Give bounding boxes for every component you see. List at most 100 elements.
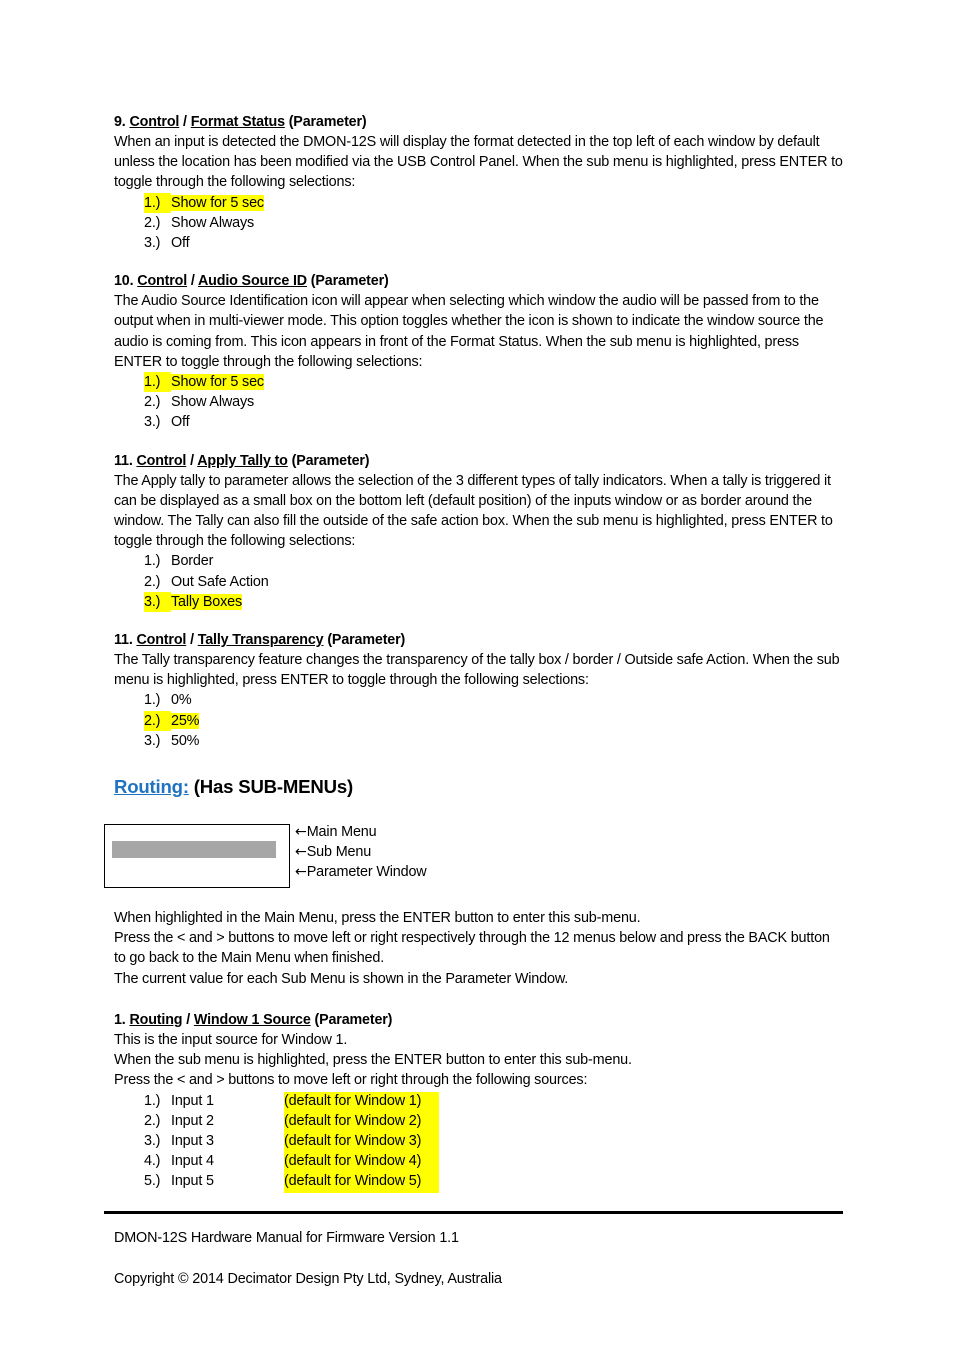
diagram-label-group: ←Main Menu ←Sub Menu ←Parameter Window bbox=[295, 822, 427, 883]
section-separator: / bbox=[186, 452, 198, 469]
option-item: 3.) Tally Boxes bbox=[114, 591, 844, 613]
option-list: 1.) Show for 5 sec 2.) Show Always 3.) Off bbox=[114, 372, 844, 433]
section-paragraph-line: Press the < and > buttons to move left o… bbox=[114, 1072, 588, 1089]
section-number: 11. bbox=[114, 632, 133, 649]
section-type-label: (Parameter) bbox=[287, 452, 370, 469]
diagram-label-main-menu: ←Main Menu bbox=[295, 822, 427, 842]
source-list-item: 4.) Input 4 (default for Window 4) bbox=[114, 1151, 844, 1171]
section-number: 1. bbox=[114, 1011, 126, 1028]
option-item: 3.) 50% bbox=[114, 731, 844, 751]
menu-diagram: ←Main Menu ←Sub Menu ←Parameter Window bbox=[104, 822, 844, 908]
section-menu-name: Routing bbox=[129, 1011, 183, 1028]
option-number: 1.) bbox=[144, 192, 171, 213]
option-list: 1.) Show for 5 sec 2.) Show Always 3.) Off bbox=[114, 192, 844, 254]
option-label: Off bbox=[171, 235, 190, 252]
section-separator: / bbox=[179, 114, 191, 130]
option-item: 3.) Off bbox=[114, 412, 844, 432]
source-list-item: 5.) Input 5 (default for Window 5) bbox=[114, 1171, 844, 1191]
option-list: 1.) Border 2.) Out Safe Action 3.) Tally Bo… bbox=[114, 551, 844, 613]
section-paragraph: The Tally transparency feature changes t… bbox=[114, 652, 840, 689]
footer-copyright-line: Copyright © 2014 Decimator Design Pty Lt… bbox=[114, 1271, 502, 1288]
section-paragraph: The Apply tally to parameter allows the … bbox=[114, 472, 833, 550]
section-menu-name: Control bbox=[137, 273, 188, 290]
option-item: 3.) Off bbox=[114, 233, 844, 253]
option-item: 2.) Out Safe Action bbox=[114, 572, 844, 592]
option-label: 25% bbox=[171, 712, 200, 729]
option-label: Out Safe Action bbox=[171, 573, 269, 590]
section-submenu-name: Format Status bbox=[190, 114, 285, 130]
section-tally-transparency: 11. Control / Tally Transparency (Parame… bbox=[114, 630, 844, 751]
footer-manual-line: DMON-12S Hardware Manual for Firmware Ve… bbox=[114, 1230, 459, 1246]
option-list: 1.) 0% 2.) 25% 3.) 50% bbox=[114, 690, 844, 751]
option-label: Show for 5 sec bbox=[171, 194, 264, 211]
section-heading: 11. Control / Tally Transparency (Parame… bbox=[114, 630, 844, 650]
section-heading: 11. Control / Apply Tally to (Parameter) bbox=[114, 451, 844, 471]
section-submenu-name: Window 1 Source bbox=[193, 1011, 311, 1028]
section-number: 10. bbox=[114, 273, 134, 290]
left-arrow-icon: ← bbox=[295, 844, 307, 861]
document-body: 9. Control / Format Status (Parameter) W… bbox=[104, 112, 844, 1193]
source-number: 2.) bbox=[144, 1112, 161, 1129]
routing-section: Routing: (Has SUB-MENUs) ←Main Menu ←Sub… bbox=[104, 775, 844, 989]
option-item: 1.) 0% bbox=[114, 690, 844, 710]
source-default-note: (default for Window 2) bbox=[284, 1112, 422, 1129]
section-separator: / bbox=[187, 273, 198, 290]
option-number: 3.) bbox=[144, 235, 161, 252]
section-separator: / bbox=[182, 1011, 194, 1028]
section-audio-source-id: 10. Control / Audio Source ID (Parameter… bbox=[114, 271, 844, 432]
option-label: 0% bbox=[171, 692, 192, 709]
option-number: 2.) bbox=[144, 710, 171, 731]
source-list-item: 1.) Input 1 (default for Window 1) bbox=[114, 1091, 844, 1111]
source-default-note: (default for Window 1) bbox=[284, 1092, 422, 1109]
option-label: Show Always bbox=[171, 214, 255, 231]
option-item: 1.) Show for 5 sec bbox=[114, 192, 844, 213]
option-item: 1.) Border bbox=[114, 551, 844, 571]
routing-intro-line: The current value for each Sub Menu is s… bbox=[114, 970, 569, 987]
option-label: Off bbox=[171, 414, 190, 431]
section-apply-tally-to: 11. Control / Apply Tally to (Parameter)… bbox=[114, 451, 844, 613]
section-heading: 10. Control / Audio Source ID (Parameter… bbox=[114, 271, 844, 291]
option-item: 2.) Show Always bbox=[114, 213, 844, 233]
section-menu-name: Control bbox=[129, 114, 180, 130]
section-number: 9. bbox=[114, 114, 126, 130]
source-list: 1.) Input 1 (default for Window 1) 2.) Inpu… bbox=[114, 1091, 844, 1193]
section-type-label: (Parameter) bbox=[284, 114, 367, 130]
routing-heading-link[interactable]: Routing: bbox=[114, 776, 189, 797]
section-submenu-name: Audio Source ID bbox=[197, 273, 307, 290]
routing-heading-suffix: (Has SUB-MENUs) bbox=[188, 776, 353, 798]
source-default-note: (default for Window 5) bbox=[284, 1173, 422, 1190]
section-separator: / bbox=[186, 632, 198, 649]
option-item: 2.) Show Always bbox=[114, 392, 844, 412]
source-default-note: (default for Window 3) bbox=[284, 1132, 422, 1149]
source-label: Input 1 bbox=[171, 1092, 214, 1109]
document-page: 9. Control / Format Status (Parameter) W… bbox=[0, 0, 954, 1350]
option-label: 50% bbox=[171, 732, 200, 749]
option-label: Show for 5 sec bbox=[171, 374, 264, 391]
diagram-label-text: Main Menu bbox=[306, 824, 377, 841]
diagram-label-parameter-window: ←Parameter Window bbox=[295, 862, 427, 882]
source-label: Input 4 bbox=[171, 1153, 214, 1170]
option-label: Tally Boxes bbox=[171, 593, 243, 610]
section-format-status: 9. Control / Format Status (Parameter) W… bbox=[114, 112, 844, 253]
option-number: 2.) bbox=[144, 214, 161, 231]
diagram-label-text: Parameter Window bbox=[306, 864, 427, 881]
left-arrow-icon: ← bbox=[295, 824, 307, 841]
section-window-1-source: 1. Routing / Window 1 Source (Parameter)… bbox=[114, 1010, 844, 1193]
section-type-label: (Parameter) bbox=[310, 1011, 393, 1028]
option-number: 3.) bbox=[144, 732, 161, 749]
section-type-label: (Parameter) bbox=[306, 273, 389, 290]
section-heading: 9. Control / Format Status (Parameter) bbox=[114, 112, 844, 132]
option-item: 2.) 25% bbox=[114, 710, 844, 731]
section-submenu-name: Apply Tally to bbox=[197, 452, 288, 469]
section-paragraph: The Audio Source Identification icon wil… bbox=[114, 293, 824, 370]
source-number: 5.) bbox=[144, 1173, 161, 1190]
routing-intro-line: Press the < and > buttons to move left o… bbox=[114, 930, 830, 967]
menu-display-box bbox=[104, 824, 290, 889]
option-number: 2.) bbox=[144, 394, 161, 411]
option-number: 1.) bbox=[144, 372, 171, 393]
option-label: Border bbox=[171, 553, 214, 570]
source-label: Input 3 bbox=[171, 1132, 214, 1149]
source-number: 4.) bbox=[144, 1153, 161, 1170]
section-menu-name: Control bbox=[136, 632, 187, 649]
option-number: 3.) bbox=[144, 414, 161, 431]
